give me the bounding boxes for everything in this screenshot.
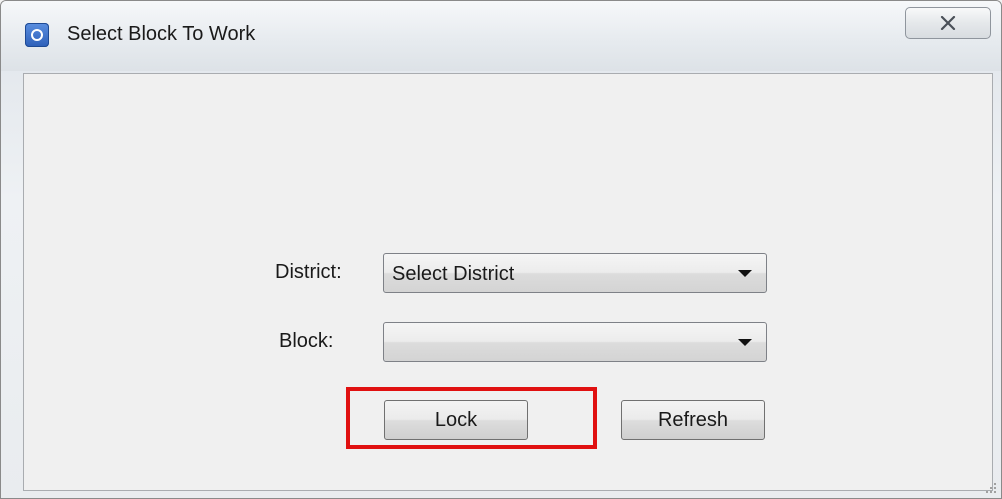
window-title: Select Block To Work — [67, 23, 256, 45]
chevron-down-icon — [738, 270, 752, 277]
close-icon — [940, 16, 956, 30]
resize-grip-icon[interactable] — [985, 482, 997, 494]
block-label: Block: — [279, 330, 334, 352]
chevron-down-icon — [738, 339, 752, 346]
dialog-window: Select Block To Work District: Select Di… — [0, 0, 1002, 499]
block-dropdown[interactable] — [383, 322, 767, 362]
close-button[interactable] — [905, 7, 991, 39]
lock-button[interactable]: Lock — [384, 400, 528, 440]
district-dropdown[interactable]: Select District — [383, 253, 767, 293]
district-selected-value: Select District — [392, 263, 515, 285]
title-bar[interactable]: Select Block To Work — [1, 1, 1001, 71]
district-label: District: — [275, 261, 342, 283]
app-icon — [25, 23, 49, 47]
refresh-button[interactable]: Refresh — [621, 400, 765, 440]
